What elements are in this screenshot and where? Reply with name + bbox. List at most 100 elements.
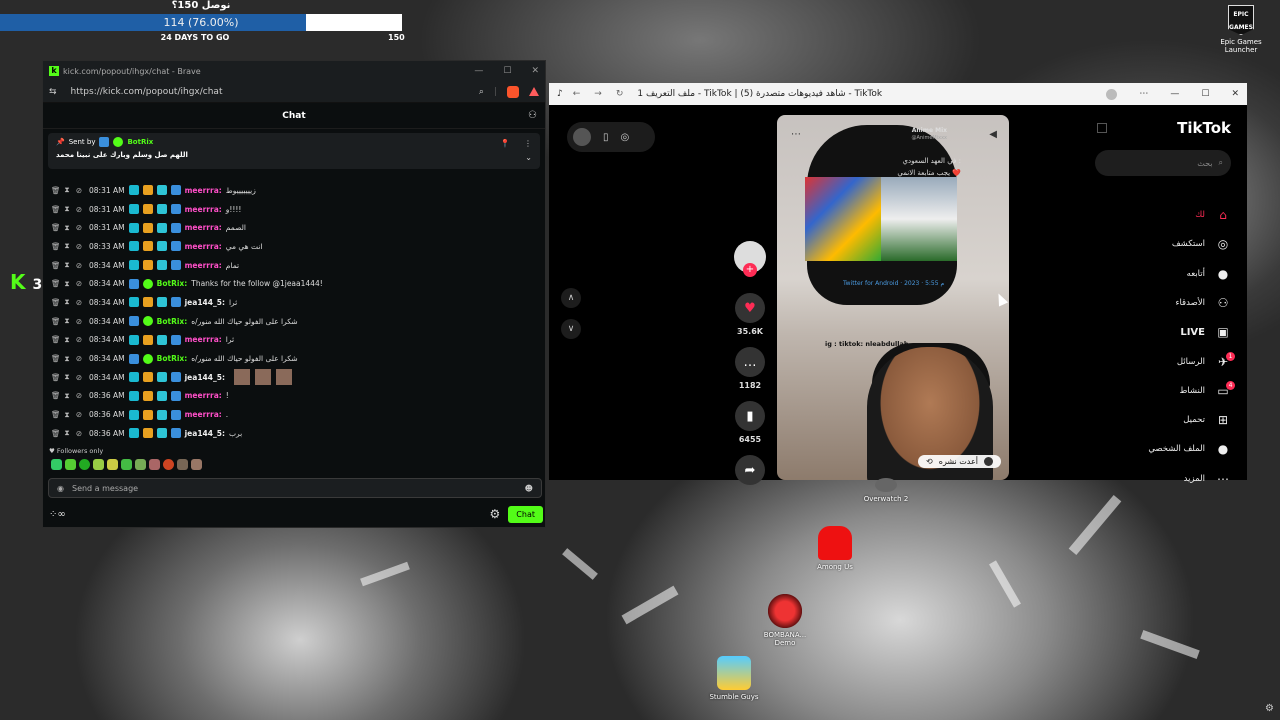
creator-avatar[interactable]: + xyxy=(734,241,766,277)
ban-icon[interactable]: ⊘ xyxy=(75,261,83,270)
volume-icon[interactable]: ◀ xyxy=(989,129,997,140)
timeout-icon[interactable]: ⧗ xyxy=(63,335,71,345)
desktop-icon-overwatch[interactable]: Overwatch 2 xyxy=(856,478,916,503)
emote-button[interactable] xyxy=(135,459,146,470)
video-more-icon[interactable]: ⋯ xyxy=(791,129,801,140)
chat-message-row[interactable]: 🗑 ⧗ ⊘ 08:31 AM meerrra: و!!!! xyxy=(51,200,541,219)
previous-video-button[interactable]: ∧ xyxy=(561,288,581,308)
sidebar-item-avatar[interactable]: أتابعه ● xyxy=(1187,264,1231,284)
sidebar-item-messages[interactable]: الرسائل ✈ 1 xyxy=(1177,351,1235,372)
ban-icon[interactable]: ⊘ xyxy=(75,205,83,214)
reload-icon[interactable]: ↻ xyxy=(616,89,624,99)
emoji-picker-icon[interactable]: ☻ xyxy=(525,484,533,493)
desktop-icon-among-us[interactable]: Among Us xyxy=(805,526,865,571)
message-username[interactable]: meerrra: xyxy=(185,335,222,344)
tiktok-logo[interactable]: TikTok xyxy=(1177,119,1231,137)
follow-plus-icon[interactable]: + xyxy=(743,263,757,277)
send-chat-button[interactable]: Chat xyxy=(508,505,543,523)
collapse-sidebar-icon[interactable] xyxy=(1097,123,1107,133)
next-video-button[interactable]: ∨ xyxy=(561,319,581,339)
url-text[interactable]: https://kick.com/popout/ihgx/chat xyxy=(71,87,223,97)
more-options-icon[interactable]: ⋮ xyxy=(524,139,532,148)
timeout-icon[interactable]: ⧗ xyxy=(63,391,71,401)
site-settings-icon[interactable]: ⇆ xyxy=(49,87,57,97)
timeout-icon[interactable]: ⧗ xyxy=(63,241,71,251)
bookmark-icon[interactable]: ▮ xyxy=(735,401,765,431)
message-username[interactable]: jea144_5: xyxy=(185,373,225,382)
delete-message-icon[interactable]: 🗑 xyxy=(51,205,61,214)
sidebar-item-profile[interactable]: الملف الشخصي ● xyxy=(1148,439,1231,459)
timeout-icon[interactable]: ⧗ xyxy=(63,428,71,438)
emote-button[interactable] xyxy=(191,459,202,470)
delete-message-icon[interactable]: 🗑 xyxy=(51,317,61,326)
delete-message-icon[interactable]: 🗑 xyxy=(51,373,61,382)
delete-message-icon[interactable]: 🗑 xyxy=(51,298,61,307)
chat-rules-icon[interactable]: ◉ xyxy=(57,484,64,493)
zoom-icon[interactable]: ⌕ xyxy=(479,87,484,97)
address-bar[interactable]: ⇆ https://kick.com/popout/ihgx/chat ⌕ | xyxy=(43,81,545,103)
more-menu-icon[interactable]: ⋯ xyxy=(1139,89,1148,99)
chat-message-row[interactable]: 🗑 ⧗ ⊘ 08:34 AM BotRix: Thanks for the follow … xyxy=(51,274,541,293)
ban-icon[interactable]: ⊘ xyxy=(75,317,83,326)
sidebar-item-upload[interactable]: تحميل ⊞ xyxy=(1183,410,1231,430)
minimize-button[interactable]: — xyxy=(474,66,483,76)
sidebar-item-compass[interactable]: استكشف ◎ xyxy=(1172,234,1231,254)
delete-message-icon[interactable]: 🗑 xyxy=(51,410,61,419)
ban-icon[interactable]: ⊘ xyxy=(75,223,83,232)
chat-message-row[interactable]: 🗑 ⧗ ⊘ 08:31 AM meerrra: الصمم xyxy=(51,218,541,237)
message-username[interactable]: meerrra: xyxy=(185,410,222,419)
share-arrow-icon[interactable]: ➦ xyxy=(735,455,765,485)
account-avatar[interactable] xyxy=(573,128,591,146)
ban-icon[interactable]: ⊘ xyxy=(75,298,83,307)
emote-button[interactable] xyxy=(93,459,104,470)
close-button[interactable]: ✕ xyxy=(1231,89,1239,99)
search-icon[interactable]: ⌕ xyxy=(1219,158,1223,168)
chat-message-row[interactable]: 🗑 ⧗ ⊘ 08:36 AM meerrra:. xyxy=(51,405,541,424)
chat-message-row[interactable]: 🗑 ⧗ ⊘ 08:34 AM meerrra: تمام xyxy=(51,256,541,275)
chat-message-row[interactable]: 🗑 ⧗ ⊘ 08:34 AM BotRix: شكرا على الفولو حياك ا… xyxy=(51,349,541,368)
delete-message-icon[interactable]: 🗑 xyxy=(51,391,61,400)
message-username[interactable]: BotRix: xyxy=(157,317,188,326)
sidebar-item-activity[interactable]: النشاط ▭ 4 xyxy=(1179,380,1235,401)
like-heart-icon[interactable]: ♥ xyxy=(735,293,765,323)
maximize-button[interactable]: ☐ xyxy=(503,66,511,76)
sidebar-item-live[interactable]: LIVE ▣ xyxy=(1180,322,1231,342)
chat-message-row[interactable]: 🗑 ⧗ ⊘ 08:36 AM jea144_5: برب xyxy=(51,424,541,443)
chevron-down-icon[interactable]: ⌄ xyxy=(525,153,532,162)
emote-button[interactable] xyxy=(107,459,118,470)
sidebar-item-friends[interactable]: الأصدقاء ⚇ xyxy=(1175,293,1231,313)
close-button[interactable]: ✕ xyxy=(531,66,539,76)
emote-button[interactable] xyxy=(51,459,62,470)
timeout-icon[interactable]: ⧗ xyxy=(63,204,71,214)
ban-icon[interactable]: ⊘ xyxy=(75,279,83,288)
chat-message-row[interactable]: 🗑 ⧗ ⊘ 08:34 AM jea144_5: xyxy=(51,368,541,387)
emote-button[interactable] xyxy=(163,459,174,470)
chat-message-row[interactable]: 🗑 ⧗ ⊘ 08:34 AM jea144_5: ثرا xyxy=(51,293,541,312)
chat-message-row[interactable]: 🗑 ⧗ ⊘ 08:33 AM meerrra: انت هي مي xyxy=(51,237,541,256)
delete-message-icon[interactable]: 🗑 xyxy=(51,223,61,232)
message-username[interactable]: BotRix: xyxy=(157,279,188,288)
desktop-icon-stumble-guys[interactable]: Stumble Guys xyxy=(704,656,764,701)
desktop-icon-bombana[interactable]: BOMBANA... Demo xyxy=(755,594,815,647)
timeout-icon[interactable]: ⧗ xyxy=(63,185,71,195)
compass-icon[interactable]: ◎ xyxy=(621,132,630,143)
message-username[interactable]: BotRix: xyxy=(157,354,188,363)
chat-message-row[interactable]: 🗑 ⧗ ⊘ 08:36 AM meerrra:! xyxy=(51,387,541,406)
comment-icon[interactable]: … xyxy=(735,347,765,377)
ban-icon[interactable]: ⊘ xyxy=(75,391,83,400)
timeout-icon[interactable]: ⧗ xyxy=(63,316,71,326)
ban-icon[interactable]: ⊘ xyxy=(75,242,83,251)
emote-button[interactable] xyxy=(149,459,160,470)
settings-corner-icon[interactable]: ⚙ xyxy=(1265,703,1274,714)
users-icon[interactable]: ⚇ xyxy=(528,110,537,121)
message-input[interactable]: ◉ Send a message ☻ xyxy=(48,478,542,498)
pinned-sender[interactable]: BotRix xyxy=(127,138,153,146)
timeout-icon[interactable]: ⧗ xyxy=(63,223,71,233)
minimize-button[interactable]: — xyxy=(1170,89,1179,99)
video-player[interactable]: ⋯ ◀ Anime Mix @AnimeMixxx في العهد السعو… xyxy=(777,115,1009,480)
emote-button[interactable] xyxy=(177,459,188,470)
chat-message-row[interactable]: 🗑 ⧗ ⊘ 08:34 AM meerrra: ثرا xyxy=(51,331,541,350)
timeout-icon[interactable]: ⧗ xyxy=(63,297,71,307)
message-username[interactable]: meerrra: xyxy=(185,261,222,270)
delete-message-icon[interactable]: 🗑 xyxy=(51,279,61,288)
